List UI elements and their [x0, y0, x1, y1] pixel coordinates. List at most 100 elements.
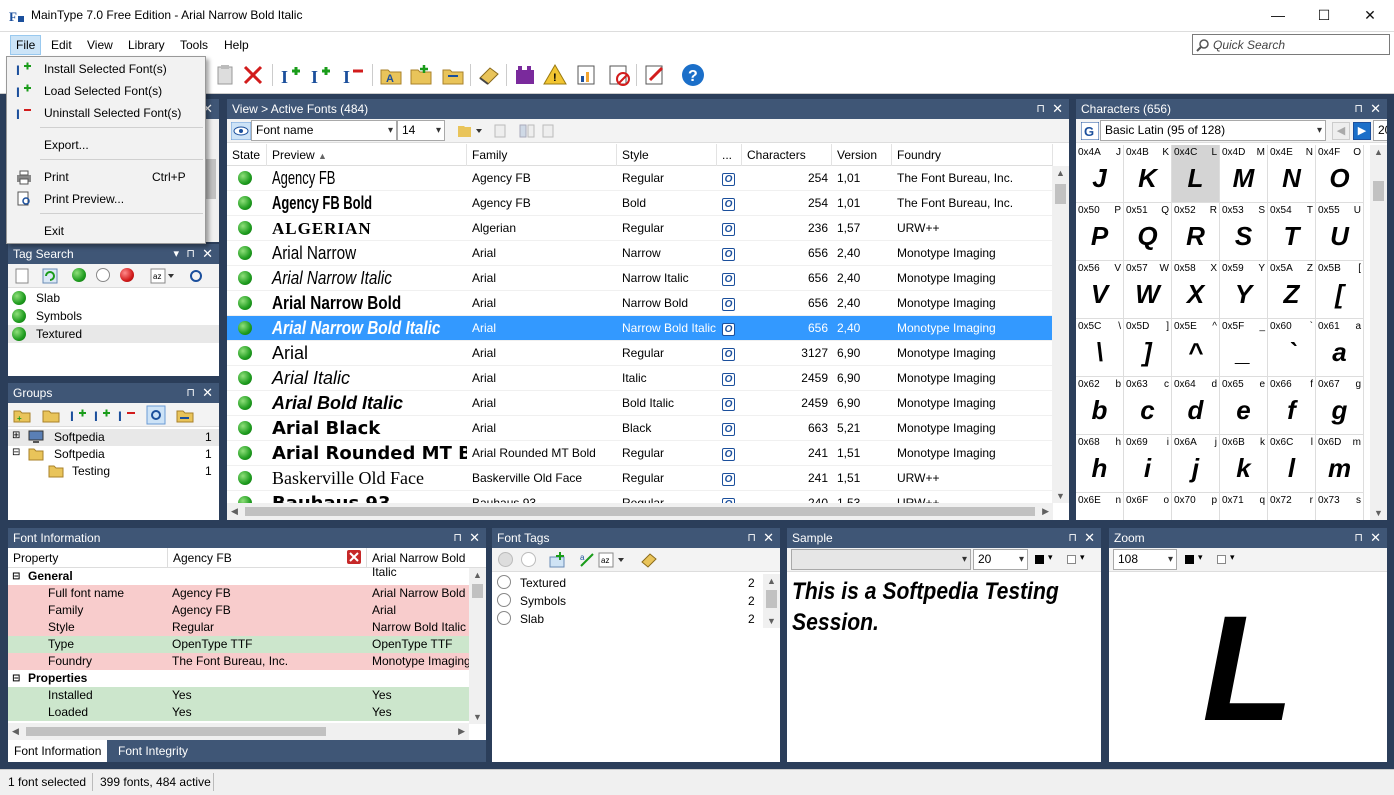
glyph-g-icon[interactable]: G [1081, 122, 1099, 140]
folder-font-icon[interactable]: A [378, 62, 404, 88]
menu-print[interactable]: Print Ctrl+P [7, 166, 205, 188]
tag-eraser-icon[interactable] [640, 551, 658, 569]
font-tag-item[interactable]: Slab 2 [492, 610, 762, 628]
character-cell[interactable]: 0x6C l l [1268, 435, 1316, 493]
help-icon[interactable]: ? [680, 62, 706, 88]
character-cell[interactable]: 0x4C L L [1172, 145, 1220, 203]
delete-icon[interactable] [240, 62, 266, 88]
font-row[interactable]: Arial Narrow Arial Narrow O 656 2,40 Monotype … [227, 241, 1053, 266]
zoom-color-icon[interactable] [1185, 555, 1194, 564]
warning-icon[interactable]: ! [542, 62, 568, 88]
font-tag-item[interactable]: Symbols 2 [492, 592, 762, 610]
character-cell[interactable]: 0x73 ss [1316, 493, 1364, 520]
columns-icon[interactable] [457, 123, 485, 139]
menu-file[interactable]: File [10, 35, 42, 55]
character-cell[interactable]: 0x52 R R [1172, 203, 1220, 261]
character-cell[interactable]: 0x69 i i [1124, 435, 1172, 493]
group-install-icon[interactable]: I [70, 407, 88, 423]
install-font-icon[interactable]: I [278, 62, 304, 88]
character-cell[interactable]: 0x51 Q Q [1124, 203, 1172, 261]
group-view-icon[interactable] [146, 405, 166, 425]
character-cell[interactable]: 0x59 Y Y [1220, 261, 1268, 319]
col-foundry[interactable]: Foundry [892, 144, 1053, 166]
col-more[interactable]: ... [717, 144, 742, 166]
sample-size-select[interactable]: 20 ▾ [973, 549, 1028, 570]
character-cell[interactable]: 0x65 e e [1220, 377, 1268, 435]
col-style[interactable]: Style [617, 144, 717, 166]
group-load-icon[interactable]: I [94, 407, 112, 423]
character-cell[interactable]: 0x6D m m [1316, 435, 1364, 493]
character-cell[interactable]: 0x6A j j [1172, 435, 1220, 493]
font-row[interactable]: Arial Narrow Italic Arial Narrow Italic O 65… [227, 266, 1053, 291]
font-row[interactable]: ALGERIAN Algerian Regular O 236 1,57 URW++ [227, 216, 1053, 241]
background-color-icon[interactable] [1067, 555, 1076, 564]
tag-item[interactable]: Symbols [8, 307, 219, 325]
character-cell[interactable]: 0x54 T T [1268, 203, 1316, 261]
character-cell[interactable]: 0x68 h h [1076, 435, 1124, 493]
menu-install-selected[interactable]: I Install Selected Font(s) [7, 58, 205, 80]
character-cell[interactable]: 0x50 P P [1076, 203, 1124, 261]
tag-item[interactable]: Textured [8, 325, 219, 343]
col-characters[interactable]: Characters [742, 144, 832, 166]
close-button[interactable]: ✕ [1347, 0, 1393, 32]
font-row[interactable]: Arial Arial Regular O 3127 6,90 Monotype Imagi… [227, 341, 1053, 366]
col-family[interactable]: Family [467, 144, 617, 166]
font-row[interactable]: Agency FB Agency FB Regular O 254 1,01 The Fon… [227, 166, 1053, 191]
character-cell[interactable]: 0x57 W W [1124, 261, 1172, 319]
add-tag-icon[interactable] [548, 551, 566, 569]
menu-load-selected[interactable]: I Load Selected Font(s) [7, 80, 205, 102]
remove-compare-icon[interactable] [347, 550, 361, 564]
library-icon[interactable] [512, 62, 538, 88]
menu-library[interactable]: Library [123, 36, 170, 54]
eraser-icon[interactable] [476, 62, 502, 88]
character-cell[interactable]: 0x6B k k [1220, 435, 1268, 493]
compare-icon[interactable] [519, 123, 535, 139]
maximize-button[interactable]: ☐ [1301, 0, 1347, 32]
tag-dropdown-icon[interactable]: az [150, 268, 176, 284]
group-uninstall-icon[interactable]: I [118, 407, 136, 423]
green-filter-icon[interactable] [72, 268, 86, 282]
paste-icon[interactable] [212, 62, 238, 88]
group-folder-icon[interactable] [42, 407, 60, 423]
quick-search-input[interactable]: Quick Search [1192, 34, 1390, 55]
character-cell[interactable]: 0x61 a a [1316, 319, 1364, 377]
open-folder-icon[interactable] [440, 62, 466, 88]
character-cell[interactable]: 0x66 f f [1268, 377, 1316, 435]
font-tag-item[interactable]: Textured 2 [492, 574, 762, 592]
character-cell[interactable]: 0x6F oo [1124, 493, 1172, 520]
font-row[interactable]: Arial Narrow Bold Italic Arial Narrow Bold… [227, 316, 1053, 341]
sort-field-select[interactable]: Font name ▾ [251, 120, 397, 141]
character-cell[interactable]: 0x5F _ _ [1220, 319, 1268, 377]
character-cell[interactable]: 0x5D]] [1124, 319, 1172, 377]
group-open-icon[interactable] [176, 407, 194, 423]
character-cell[interactable]: 0x58 X X [1172, 261, 1220, 319]
tag-item[interactable]: Slab [8, 289, 219, 307]
report-icon[interactable] [574, 62, 600, 88]
font-row[interactable]: Arial Black Arial Black O 663 5,21 Monotype Im… [227, 416, 1053, 441]
font-row[interactable]: Agency FB Bold Agency FB Bold O 254 1,01 The F… [227, 191, 1053, 216]
new-icon[interactable] [14, 268, 30, 284]
character-cell[interactable]: 0x70 pp [1172, 493, 1220, 520]
red-filter-icon[interactable] [120, 268, 134, 282]
edit-tag-icon[interactable]: a [578, 551, 596, 569]
character-cell[interactable]: 0x5B [[ [1316, 261, 1364, 319]
character-cell[interactable]: 0x4B K K [1124, 145, 1172, 203]
prev-range-button[interactable]: ◀ [1332, 122, 1350, 140]
character-cell[interactable]: 0x67 g g [1316, 377, 1364, 435]
character-cell[interactable]: 0x63 c c [1124, 377, 1172, 435]
eye-icon[interactable] [231, 122, 251, 140]
tag-clear-icon[interactable] [521, 552, 536, 567]
tag-settings-icon[interactable] [188, 268, 204, 284]
character-cell[interactable]: 0x5C \ \ [1076, 319, 1124, 377]
character-cell[interactable]: 0x6E nn [1076, 493, 1124, 520]
character-cell[interactable]: 0x62 b b [1076, 377, 1124, 435]
character-cell[interactable]: 0x60 ` ` [1268, 319, 1316, 377]
group-item[interactable]: ⊞ Softpedia 1 [8, 429, 219, 446]
menu-edit[interactable]: Edit [46, 36, 77, 54]
col-state[interactable]: State [227, 144, 267, 166]
menu-export[interactable]: Export... [7, 134, 205, 156]
character-cell[interactable]: 0x4A J J [1076, 145, 1124, 203]
block-report-icon[interactable] [606, 62, 632, 88]
tag-sort-icon[interactable]: az [598, 551, 628, 569]
unicode-range-select[interactable]: Basic Latin (95 of 128) ▾ [1100, 120, 1326, 141]
